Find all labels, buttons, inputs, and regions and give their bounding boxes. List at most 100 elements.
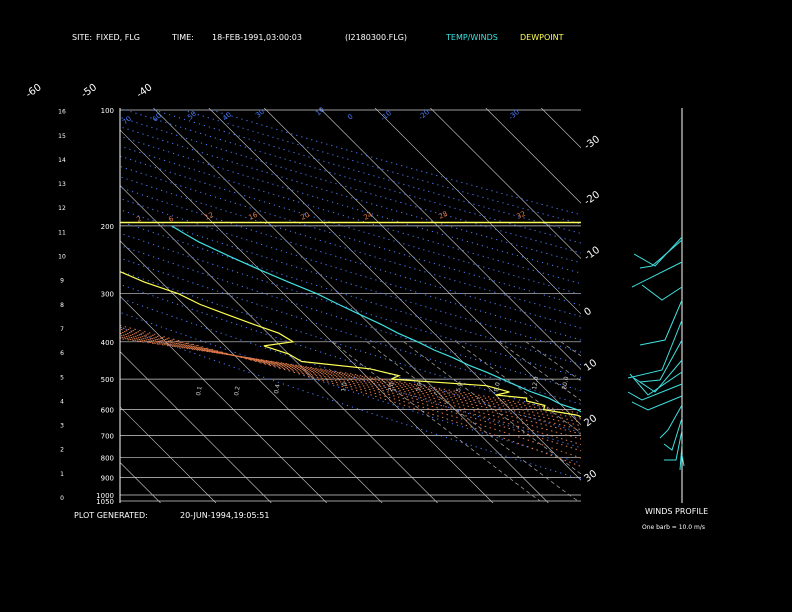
isotherm-line	[485, 108, 581, 204]
isotherm-line	[374, 108, 581, 315]
height-tick-label: 12	[58, 205, 66, 212]
mixing-ratio-label: 0.4	[273, 384, 282, 395]
dry-adiabat-label: 40	[221, 111, 233, 123]
right-temp-tick-label: -30	[582, 134, 602, 152]
isotherm-line	[0, 108, 50, 503]
pressure-tick-label: 1050	[96, 498, 114, 506]
height-tick-label: 6	[60, 350, 64, 357]
right-temp-tick-label: 0	[582, 306, 594, 319]
mixing-ratio-label: 1.0	[340, 382, 349, 393]
dry-adiabat-line	[120, 326, 581, 480]
dry-adiabat-label: 30	[254, 108, 266, 120]
time-value: 18-FEB-1991,03:00:03	[212, 33, 302, 42]
isotherm-line	[0, 108, 105, 503]
top-temp-tick-label: -40	[135, 82, 155, 100]
pressure-tick-label: 800	[101, 455, 114, 463]
dry-adiabat-label: -10	[379, 109, 393, 122]
dry-adiabat-line	[120, 126, 581, 264]
dry-adiabat-line	[120, 311, 581, 464]
pressure-tick-label: 400	[101, 339, 114, 347]
height-tick-label: 1	[60, 471, 64, 478]
wind-barb	[659, 404, 683, 439]
height-tick-label: 8	[60, 302, 64, 309]
legend-temp-winds: TEMP/WINDS	[445, 33, 498, 42]
dry-adiabat-line	[120, 297, 581, 449]
height-tick-label: 10	[58, 254, 66, 261]
wind-barb	[664, 429, 683, 461]
height-tick-label: 5	[60, 374, 64, 381]
moist-adiabat-label: 28	[437, 210, 448, 221]
isotherm-line	[120, 240, 383, 503]
height-tick-label: 11	[58, 229, 66, 236]
isotherm-line	[540, 108, 581, 149]
isotherm-line	[153, 108, 549, 503]
height-tick-label: 7	[60, 326, 64, 333]
isotherm-line	[120, 351, 272, 503]
dry-adiabat-label: 60	[151, 112, 163, 124]
dry-adiabat-line	[120, 176, 581, 318]
height-tick-label: 3	[60, 423, 64, 430]
dry-adiabat-label: 0	[346, 113, 355, 122]
wind-barb	[633, 236, 683, 267]
mixing-ratio-label: 20.0	[561, 376, 570, 391]
moist-adiabat-label: 24	[362, 211, 374, 222]
dry-adiabat-line	[125, 109, 581, 244]
isotherm-line	[120, 406, 217, 503]
height-tick-label: 4	[60, 398, 64, 405]
mixing-ratio-label: 3.0	[415, 382, 424, 393]
dry-adiabat-line	[120, 165, 581, 306]
dry-adiabat-line	[120, 257, 581, 405]
isotherm-line	[120, 129, 494, 503]
barb-note: One barb = 10.0 m/s	[642, 524, 705, 531]
dry-adiabat-line	[120, 155, 581, 295]
dry-adiabat-line	[120, 220, 581, 366]
file-name: (I2180300.FLG)	[345, 33, 407, 42]
pressure-tick-label: 600	[101, 407, 114, 415]
top-temp-tick-label: -50	[79, 82, 99, 100]
legend-dewpoint: DEWPOINT	[520, 33, 564, 42]
isotherm-line	[597, 108, 792, 503]
isotherm-line	[120, 184, 438, 503]
height-tick-label: 14	[58, 157, 66, 164]
mixing-ratio-line	[625, 342, 792, 501]
moist-adiabat-label: 20	[299, 211, 310, 222]
right-temp-tick-label: -10	[582, 245, 602, 263]
dry-adiabat-line	[120, 187, 581, 329]
height-tick-label: 13	[58, 181, 66, 188]
isotherm-line	[120, 461, 161, 503]
height-tick-label: 2	[60, 447, 64, 454]
pressure-tick-label: 900	[101, 474, 114, 482]
dry-adiabat-line	[211, 109, 581, 216]
dry-adiabat-label: 10	[314, 106, 326, 118]
dry-adiabat-line	[120, 232, 581, 378]
mixing-ratio-label: 0.2	[233, 386, 242, 397]
time-label: TIME:	[171, 33, 194, 42]
dry-adiabat-line	[120, 244, 581, 392]
site-label: SITE:	[72, 33, 92, 42]
dry-adiabat-line	[153, 109, 581, 235]
mixing-ratio-line	[595, 342, 792, 501]
plot-generated-value: 20-JUN-1994,19:05:51	[180, 511, 269, 520]
height-tick-label: 15	[58, 133, 66, 140]
pressure-tick-label: 100	[101, 107, 114, 115]
isotherm-line	[263, 108, 581, 426]
site-value: FIXED, FLG	[96, 33, 140, 42]
top-temp-tick-label: -60	[24, 82, 44, 100]
moist-adiabat-label: 32	[515, 210, 526, 221]
skewt-figure: SITE: FIXED, FLG TIME: 18-FEB-1991,03:00…	[0, 33, 792, 531]
dry-adiabat-line	[120, 116, 581, 254]
plot-generated-label: PLOT GENERATED:	[74, 511, 148, 520]
dry-adiabat-line	[120, 283, 581, 434]
skewt-grid	[0, 108, 792, 503]
mixing-ratio-line	[666, 342, 792, 501]
right-temp-tick-label: 20	[582, 413, 599, 429]
wind-barb	[639, 299, 683, 346]
winds-profile-title: WINDS PROFILE	[645, 507, 708, 516]
wind-barb	[641, 284, 683, 301]
dry-adiabat-line	[120, 270, 581, 419]
right-temp-tick-label: 30	[582, 468, 599, 484]
height-tick-label: 16	[58, 109, 66, 116]
pressure-tick-label: 300	[101, 291, 114, 299]
winds-profile-panel	[627, 108, 685, 503]
wind-barb	[631, 261, 683, 288]
